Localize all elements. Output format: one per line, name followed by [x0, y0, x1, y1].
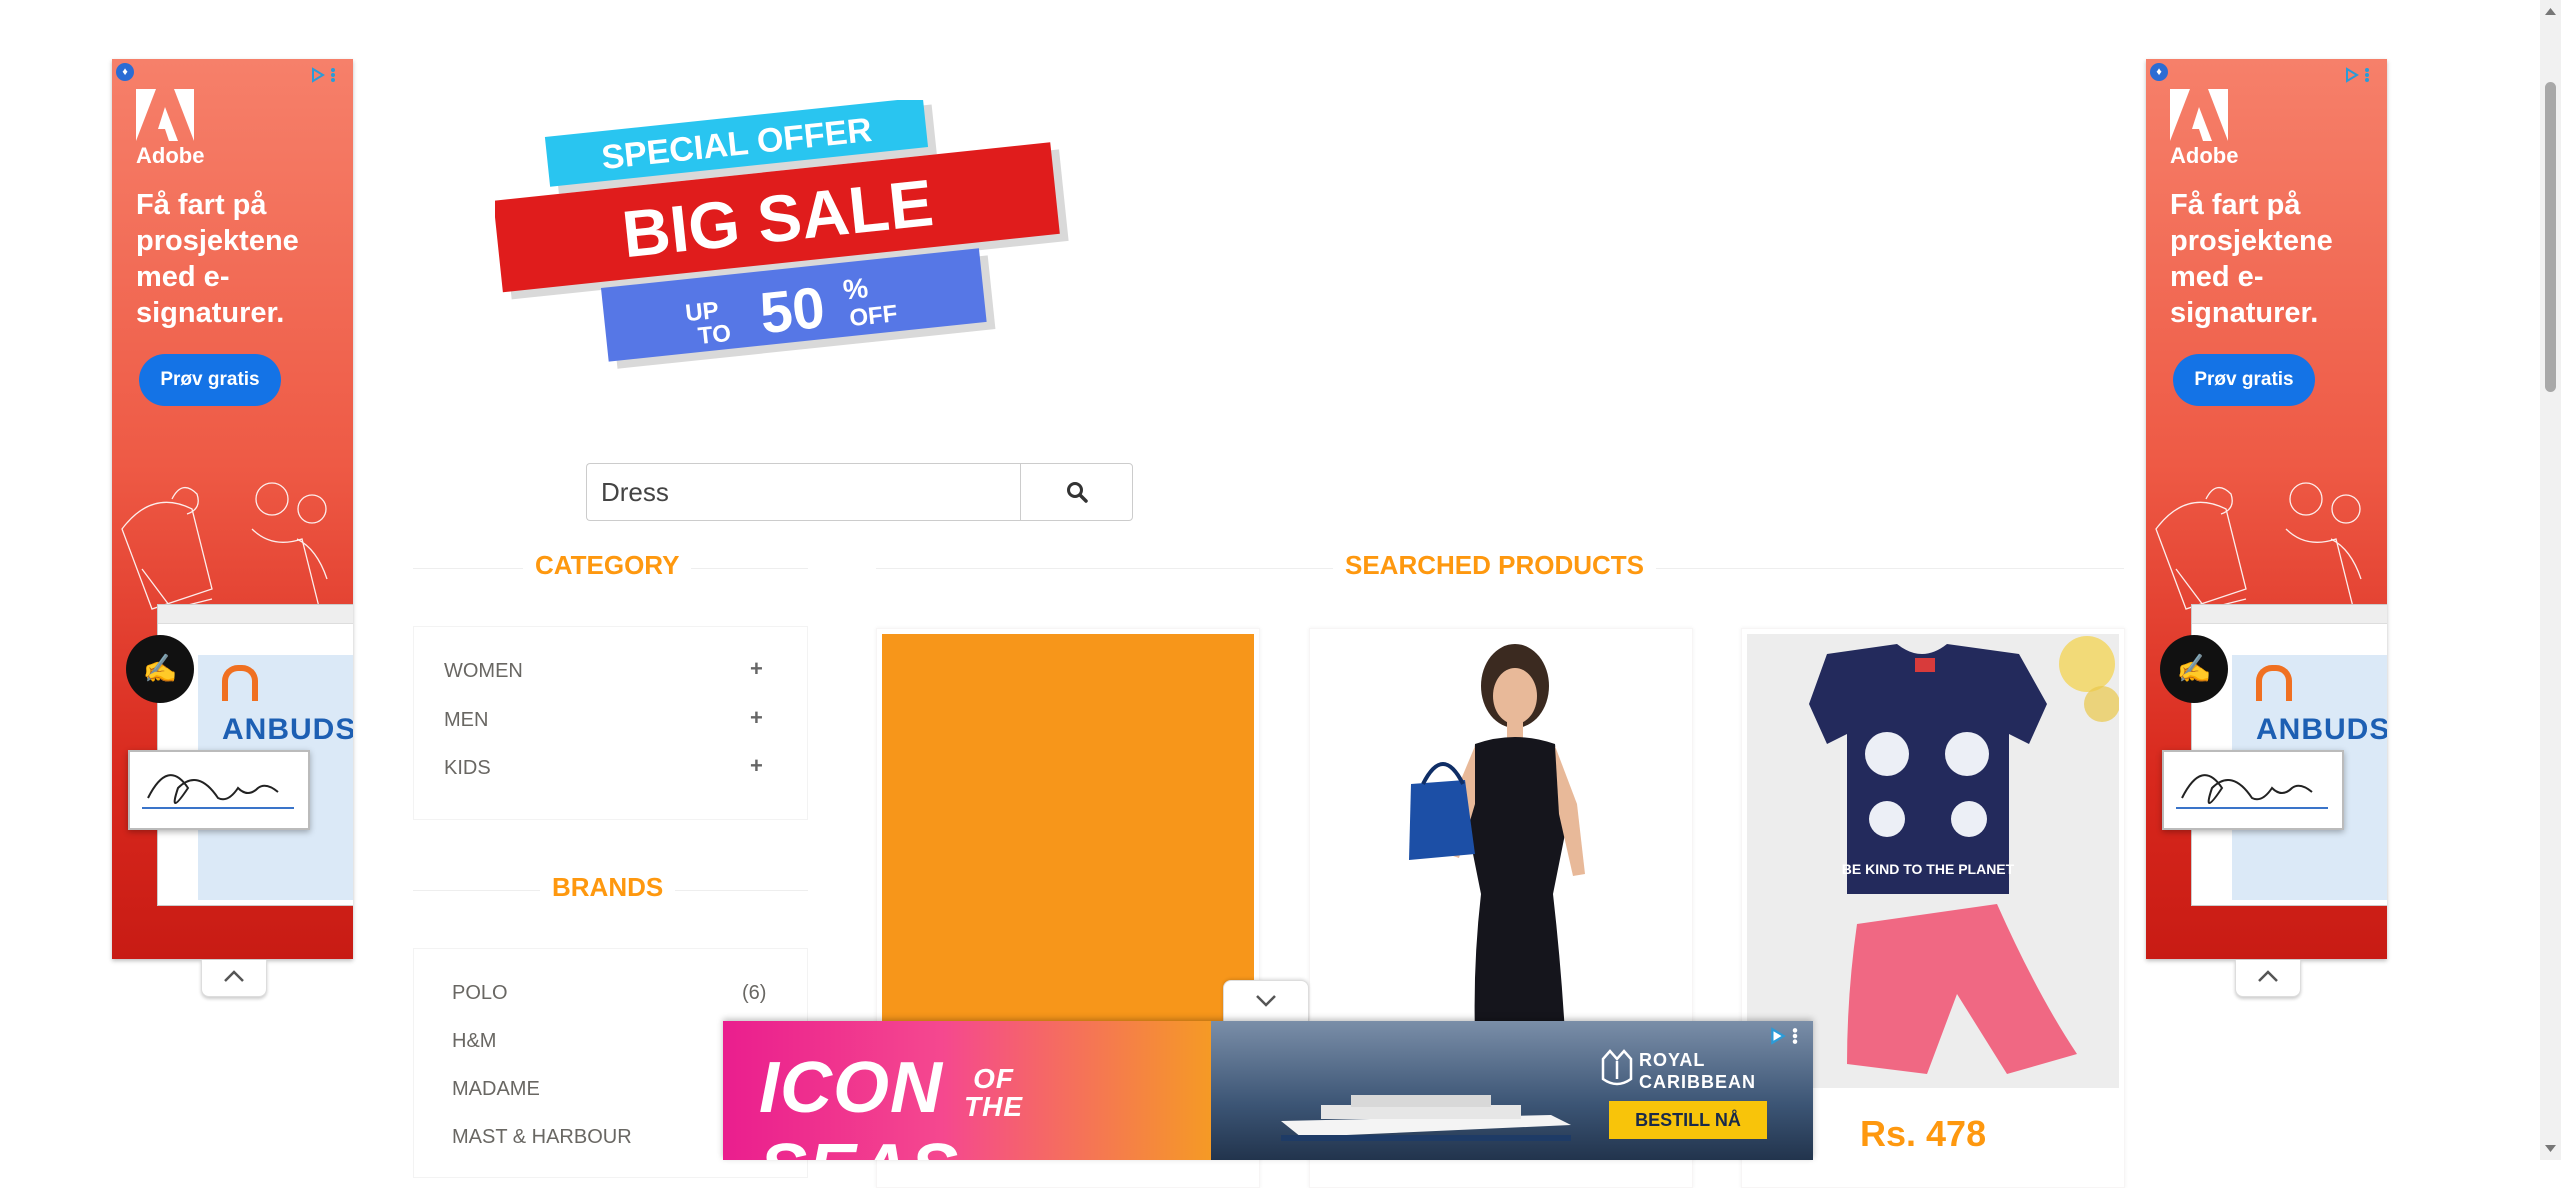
bottom-ad[interactable]: ICON OF THE SEAS ROYAL CARIBBEAN BESTILL… [723, 1021, 1813, 1160]
search-icon [1067, 482, 1088, 503]
right-side-ad[interactable]: ♦ Adobe Få fart på prosjektene med e-sig… [2146, 59, 2387, 959]
left-ad-collapse-button[interactable] [201, 960, 267, 997]
ad-brand: Adobe [2170, 143, 2239, 168]
vertical-scrollbar[interactable] [2540, 0, 2561, 1160]
scroll-up-arrow-icon[interactable] [2540, 4, 2561, 20]
cruise-ship-icon [1281, 1095, 1571, 1141]
ad-brand: Adobe [136, 143, 205, 168]
ad-brand-line1: ROYAL [1639, 1050, 1706, 1070]
adobe-logo-icon [136, 89, 194, 141]
adchoices-icon[interactable] [2336, 64, 2370, 86]
ad-left-panel: ICON OF THE SEAS [723, 1021, 1211, 1160]
signature-icon [2176, 774, 2328, 809]
brand-item-madame[interactable]: MADAME [452, 1078, 540, 1101]
expand-plus-icon[interactable]: + [750, 753, 763, 779]
privacy-icon[interactable]: ♦ [116, 63, 134, 81]
ad-title-the: THE [964, 1090, 1024, 1122]
ad-title-icon-word: ICON [759, 1048, 943, 1128]
product-price: Rs. 478 [1860, 1113, 1987, 1154]
privacy-icon[interactable]: ♦ [2150, 63, 2168, 81]
category-title: CATEGORY [523, 550, 692, 581]
ad-title-of: OF [973, 1062, 1014, 1094]
category-item-kids[interactable]: KIDS [444, 757, 491, 780]
searched-products-title: SEARCHED PRODUCTS [1333, 550, 1657, 581]
banner-percent: % [841, 272, 869, 305]
house-icon [2256, 665, 2292, 701]
chevron-up-icon [224, 970, 244, 982]
right-ad-collapse-button[interactable] [2235, 960, 2301, 997]
brand-item-mast-harbour[interactable]: MAST & HARBOUR [452, 1126, 632, 1149]
search-input[interactable]: Dress [586, 463, 1020, 521]
ad-signature-card [2162, 750, 2344, 830]
scrollbar-thumb[interactable] [2545, 82, 2556, 392]
royal-caribbean-crown-icon [1601, 1049, 1633, 1086]
woman-dress-image [1409, 644, 1585, 1082]
ad-brand-line2: CARIBBEAN [1639, 1072, 1756, 1092]
product-image[interactable] [1315, 634, 1687, 1088]
brand-item-polo[interactable]: POLO [452, 982, 508, 1005]
ad-right-panel: ROYAL CARIBBEAN BESTILL NÅ [1211, 1021, 1813, 1160]
product-image[interactable]: BE KIND TO THE PLANET [1747, 634, 2119, 1088]
sign-pen-icon: ✍ [2160, 635, 2228, 703]
ad-headline: Få fart på prosjektene med e-signaturer. [2170, 189, 2333, 329]
ad-title-seas: SEAS [759, 1130, 959, 1160]
ad-cta-button[interactable]: Prøv gratis [139, 354, 281, 406]
brand-count: (6) [742, 982, 767, 1004]
signature-icon [142, 774, 294, 809]
house-icon [222, 665, 258, 701]
category-item-men[interactable]: MEN [444, 709, 488, 732]
scroll-down-arrow-icon[interactable] [2540, 1140, 2561, 1156]
ad-title: ICON OF THE SEAS [759, 1047, 1211, 1160]
expand-plus-icon[interactable]: + [750, 705, 763, 731]
chevron-down-icon [1256, 995, 1276, 1007]
banner-to: TO [697, 320, 733, 350]
banner-off: OFF [848, 300, 899, 332]
adobe-logo-icon [2170, 89, 2228, 141]
ad-cta-button[interactable]: BESTILL NÅ [1609, 1101, 1767, 1139]
bottom-ad-collapse-button[interactable] [1223, 980, 1309, 1021]
adchoices-icon[interactable] [302, 64, 336, 86]
category-item-women[interactable]: WOMEN [444, 660, 523, 683]
ad-cta-button[interactable]: Prøv gratis [2173, 354, 2315, 406]
adchoices-icon[interactable] [1769, 1027, 1799, 1045]
search-button[interactable] [1020, 463, 1133, 521]
chevron-up-icon [2258, 970, 2278, 982]
expand-plus-icon[interactable]: + [750, 656, 763, 682]
ad-brand: ROYAL CARIBBEAN [1639, 1049, 1756, 1093]
ad-doc-heading: ANBUDS [2256, 713, 2387, 746]
product-image[interactable] [882, 634, 1254, 1088]
ad-signature-card [128, 750, 310, 830]
ad-headline: Få fart på prosjektene med e-signaturer. [136, 189, 299, 329]
left-side-ad[interactable]: ♦ Adobe Få fart på prosjektene med e-sig… [112, 59, 353, 959]
sale-banner[interactable]: SPECIAL OFFER BIG SALE UP TO 50 % OFF [495, 100, 1085, 380]
ad-doc-heading: ANBUDS [222, 713, 353, 746]
sign-pen-icon: ✍ [126, 635, 194, 703]
kids-outfit-image: BE KIND TO THE PLANET [1747, 634, 2119, 1088]
banner-fifty: 50 [757, 275, 828, 346]
brand-item-hm[interactable]: H&M [452, 1030, 496, 1053]
tshirt-text: BE KIND TO THE PLANET [1842, 861, 2015, 877]
brands-title: BRANDS [540, 872, 676, 903]
